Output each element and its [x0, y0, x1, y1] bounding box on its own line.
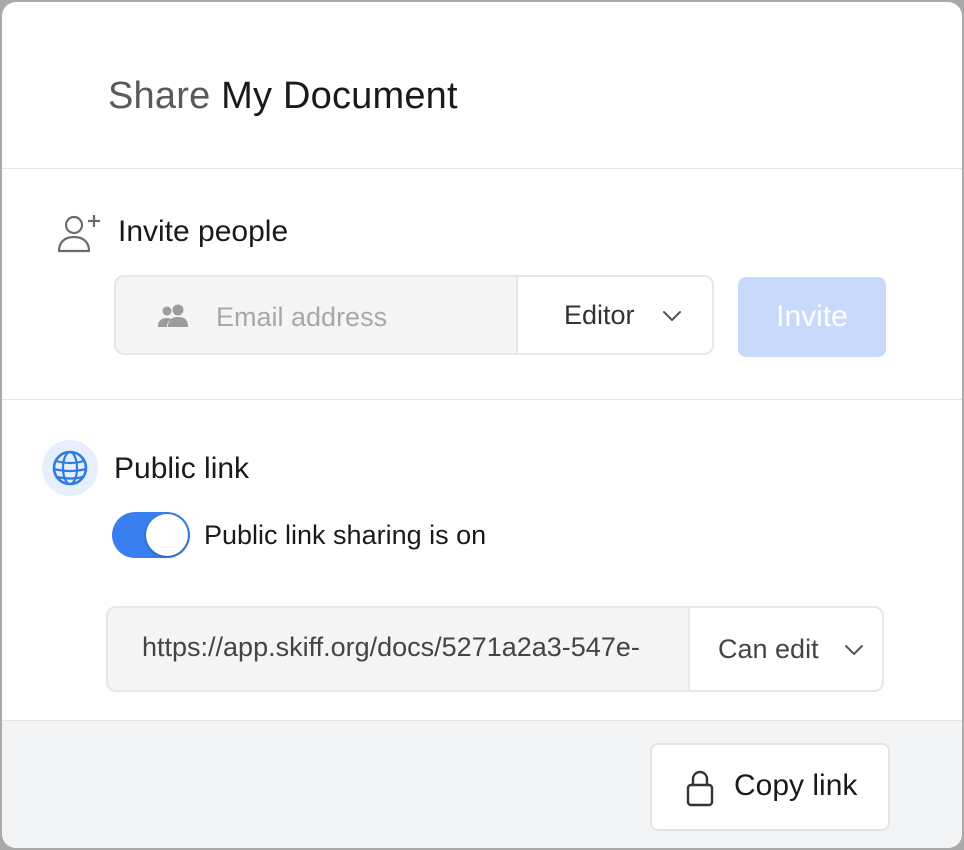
public-link-toggle[interactable] — [112, 512, 190, 558]
dialog-footer: Copy link — [2, 720, 962, 848]
globe-icon — [52, 450, 88, 486]
role-dropdown[interactable]: Editor — [516, 277, 712, 353]
people-icon — [158, 304, 188, 327]
invite-input-group: Editor — [114, 275, 714, 355]
share-dialog: Share My Document Invite people Editor — [2, 2, 962, 848]
invite-button[interactable]: Invite — [738, 277, 886, 357]
permission-dropdown-label: Can edit — [718, 634, 819, 664]
title-prefix: Share — [108, 75, 211, 117]
public-link-section: Public link Public link sharing is on ht… — [2, 400, 962, 718]
dialog-title: Share My Document — [108, 70, 458, 122]
add-person-icon — [57, 215, 100, 253]
dialog-header: Share My Document — [2, 2, 962, 169]
invite-section: Invite people Editor Invite — [2, 169, 962, 400]
lock-icon — [686, 770, 714, 807]
public-link-toggle-label: Public link sharing is on — [204, 520, 487, 550]
document-name: My Document — [221, 75, 458, 117]
copy-link-label: Copy link — [734, 769, 858, 802]
role-dropdown-label: Editor — [564, 300, 635, 330]
copy-link-button[interactable]: Copy link — [650, 743, 890, 831]
public-link-url[interactable]: https://app.skiff.org/docs/5271a2a3-547e… — [142, 632, 688, 663]
invite-section-title: Invite people — [118, 215, 289, 248]
email-input[interactable] — [214, 291, 518, 343]
public-link-field-group: https://app.skiff.org/docs/5271a2a3-547e… — [106, 606, 884, 692]
permission-dropdown[interactable]: Can edit — [688, 608, 882, 690]
public-link-section-title: Public link — [114, 452, 250, 485]
chevron-down-icon — [663, 311, 681, 321]
toggle-knob — [146, 514, 188, 556]
chevron-down-icon — [845, 645, 863, 655]
globe-icon-badge — [42, 440, 98, 496]
